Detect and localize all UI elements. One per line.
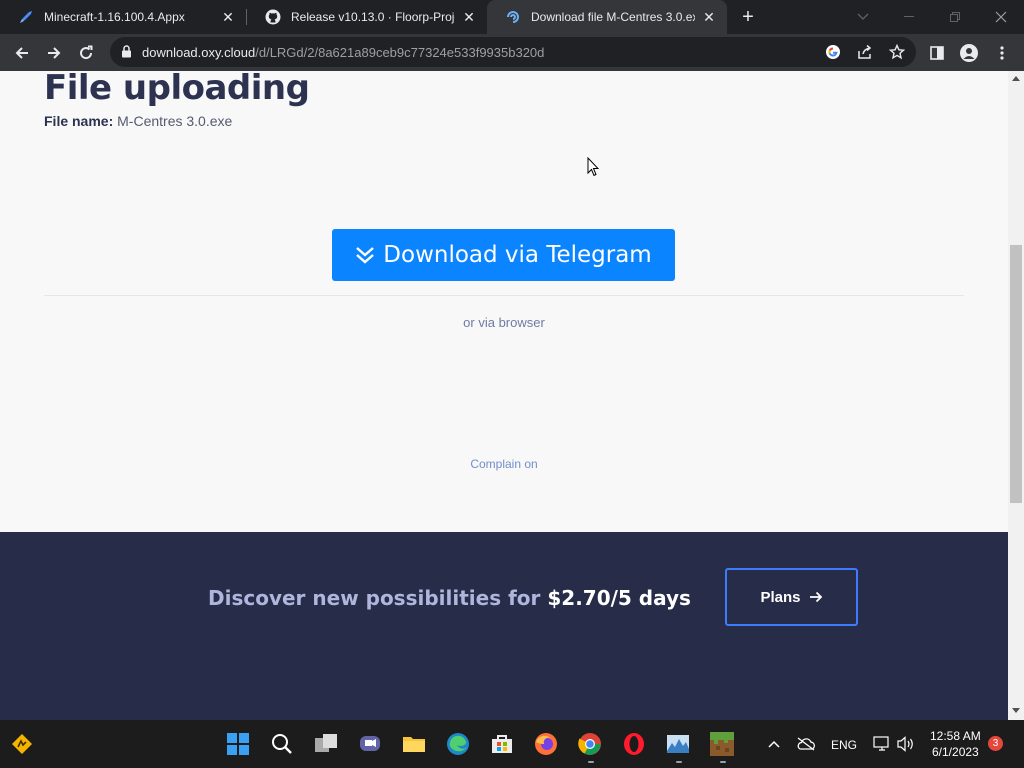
page-scrollbar[interactable] bbox=[1008, 71, 1024, 720]
oxy-cloud-icon bbox=[505, 9, 521, 25]
scroll-up-arrow-icon[interactable] bbox=[1012, 76, 1020, 81]
clock-time[interactable]: 12:58 AM bbox=[930, 729, 981, 743]
notification-count: 3 bbox=[992, 738, 999, 749]
back-button[interactable] bbox=[10, 41, 34, 65]
url-path: /d/LRGd/2/8a621a89ceb9c77324e533f9935b32… bbox=[255, 45, 545, 60]
browser-toolbar: download.oxy.cloud/d/LRGd/2/8a621a89ceb9… bbox=[0, 34, 1024, 71]
arrow-right-icon bbox=[809, 590, 823, 604]
share-icon[interactable] bbox=[857, 44, 873, 65]
start-icon[interactable] bbox=[224, 730, 252, 758]
divider bbox=[44, 295, 964, 296]
google-lens-icon[interactable] bbox=[825, 44, 841, 65]
chat-icon[interactable] bbox=[356, 730, 384, 758]
scroll-down-arrow-icon[interactable] bbox=[1012, 708, 1020, 713]
onedrive-icon[interactable] bbox=[792, 730, 820, 758]
tab-title: Download file M-Centres 3.0.exe bbox=[531, 10, 695, 24]
tab-download-file[interactable]: Download file M-Centres 3.0.exe ✕ bbox=[487, 0, 727, 34]
photos-icon[interactable] bbox=[664, 730, 692, 758]
side-panel-button[interactable] bbox=[925, 41, 949, 65]
widgets-icon[interactable] bbox=[8, 730, 36, 758]
task-view-icon[interactable] bbox=[312, 730, 340, 758]
double-chevron-down-icon bbox=[355, 245, 375, 265]
url-host: download.oxy.cloud bbox=[142, 45, 256, 60]
page-viewport: File uploading File name: M-Centres 3.0.… bbox=[0, 71, 1008, 720]
complain-link-row: Complain on bbox=[0, 457, 1008, 471]
download-telegram-label: Download via Telegram bbox=[383, 242, 652, 268]
via-browser-link-row: or via browser bbox=[0, 315, 1008, 330]
address-bar[interactable]: download.oxy.cloud/d/LRGd/2/8a621a89ceb9… bbox=[110, 37, 916, 67]
promo-footer: Discover new possibilities for $2.70/5 d… bbox=[0, 532, 1008, 720]
chrome-icon[interactable] bbox=[576, 730, 604, 758]
store-icon[interactable] bbox=[488, 730, 516, 758]
promo-price: $2.70/5 days bbox=[547, 586, 691, 610]
minimize-button[interactable] bbox=[886, 0, 932, 34]
clock-date[interactable]: 6/1/2023 bbox=[932, 745, 979, 759]
language-indicator[interactable]: ENG bbox=[831, 738, 857, 752]
edge-icon[interactable] bbox=[444, 730, 472, 758]
page-title: File uploading bbox=[44, 71, 310, 108]
tab-strip: Minecraft-1.16.100.4.Appx ✕ Release v10.… bbox=[0, 0, 1024, 34]
download-telegram-button[interactable]: Download via Telegram bbox=[332, 229, 675, 281]
running-indicator bbox=[676, 761, 682, 763]
plans-button[interactable]: Plans bbox=[725, 568, 858, 626]
close-tab-icon[interactable]: ✕ bbox=[461, 9, 477, 25]
bookmark-star-icon[interactable] bbox=[888, 43, 906, 65]
promo-text: Discover new possibilities for $2.70/5 d… bbox=[208, 586, 691, 610]
rocket-icon bbox=[18, 9, 34, 25]
file-explorer-icon[interactable] bbox=[400, 730, 428, 758]
github-icon bbox=[265, 9, 281, 25]
chevron-up-icon[interactable] bbox=[760, 730, 788, 758]
close-tab-icon[interactable]: ✕ bbox=[701, 9, 717, 25]
restore-button[interactable] bbox=[932, 0, 978, 34]
close-tab-icon[interactable]: ✕ bbox=[220, 9, 236, 25]
running-indicator bbox=[720, 761, 726, 763]
new-tab-button[interactable]: + bbox=[737, 6, 759, 28]
tab-search-button[interactable] bbox=[840, 0, 886, 34]
scrollbar-thumb[interactable] bbox=[1010, 245, 1022, 503]
plans-button-label: Plans bbox=[760, 588, 801, 606]
minecraft-icon[interactable] bbox=[708, 730, 736, 758]
notification-badge[interactable]: 3 bbox=[988, 736, 1003, 751]
tab-minecraft[interactable]: Minecraft-1.16.100.4.Appx ✕ bbox=[0, 0, 246, 34]
url-text: download.oxy.cloud/d/LRGd/2/8a621a89ceb9… bbox=[142, 45, 544, 60]
search-icon[interactable] bbox=[268, 730, 296, 758]
complain-link[interactable]: Complain on bbox=[470, 457, 537, 471]
mouse-cursor-icon bbox=[587, 156, 600, 182]
reload-button[interactable] bbox=[74, 41, 98, 65]
firefox-icon[interactable] bbox=[532, 730, 560, 758]
running-indicator bbox=[588, 761, 594, 763]
file-name-label: File name: bbox=[44, 113, 114, 129]
browser-menu-icon[interactable] bbox=[990, 41, 1014, 65]
download-via-browser-link[interactable]: or via browser bbox=[463, 315, 545, 330]
file-name-value: M-Centres 3.0.exe bbox=[117, 113, 233, 129]
close-window-button[interactable] bbox=[978, 0, 1024, 34]
volume-icon[interactable] bbox=[892, 730, 920, 758]
opera-icon[interactable] bbox=[620, 730, 648, 758]
windows-taskbar: ENG 12:58 AM 6/1/2023 3 bbox=[0, 720, 1024, 768]
tab-github-release[interactable]: Release v10.13.0 · Floorp-Project ✕ bbox=[247, 0, 487, 34]
file-name-row: File name: M-Centres 3.0.exe bbox=[44, 113, 232, 129]
tab-title: Release v10.13.0 · Floorp-Project bbox=[291, 10, 455, 24]
forward-button[interactable] bbox=[42, 41, 66, 65]
profile-avatar-icon[interactable] bbox=[957, 41, 981, 65]
tab-title: Minecraft-1.16.100.4.Appx bbox=[44, 10, 185, 24]
lock-icon[interactable] bbox=[121, 45, 132, 63]
promo-message: Discover new possibilities for bbox=[208, 586, 541, 610]
